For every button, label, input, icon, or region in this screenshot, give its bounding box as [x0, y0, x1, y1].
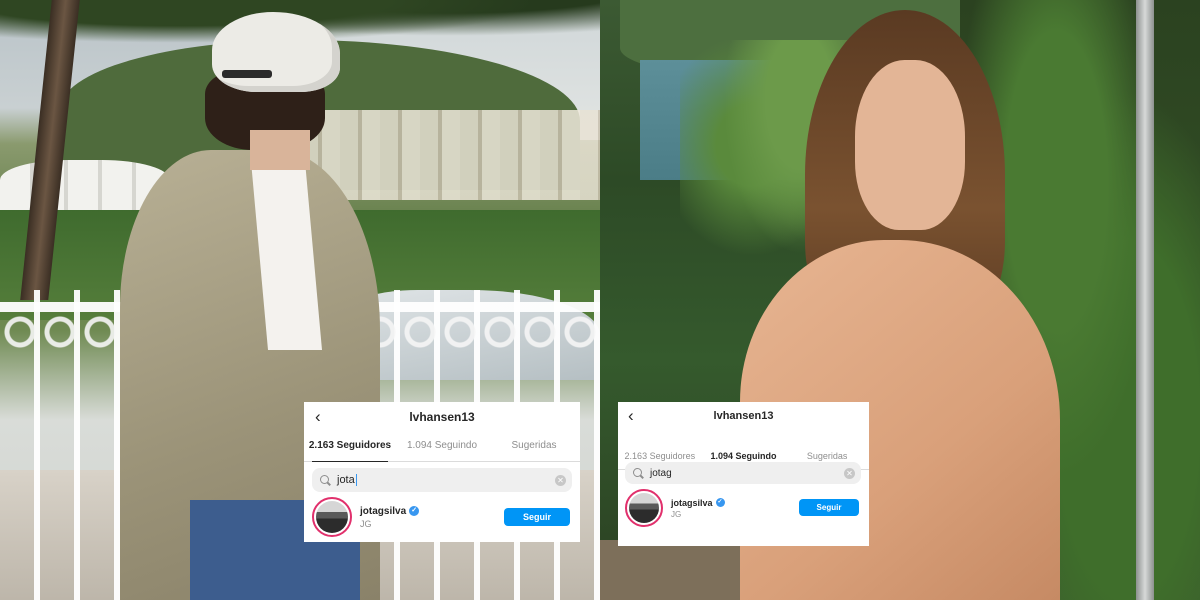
search-icon [633, 467, 644, 479]
profile-username: lvhansen13 [713, 410, 774, 422]
follow-button[interactable]: Seguir [799, 499, 859, 516]
metal-pole [1136, 0, 1154, 600]
search-input[interactable]: jotag ✕ [625, 462, 861, 484]
search-query: jotag [650, 467, 672, 479]
account-full-name: JG [360, 518, 372, 529]
cap-band [222, 70, 272, 78]
profile-header: ‹ lvhansen13 [304, 402, 580, 432]
town-buildings [300, 110, 600, 200]
account-handle[interactable]: jotagsilva ✓ [671, 498, 725, 508]
account-names: jotagsilva ✓ JG [671, 498, 725, 519]
account-handle-text: jotagsilva [360, 505, 407, 517]
followers-screenshot-card: ‹ lvhansen13 2.163 Seguidores 1.094 Segu… [304, 402, 580, 542]
account-names: jotagsilva ✓ JG [360, 505, 420, 529]
verified-badge-icon: ✓ [409, 506, 420, 516]
search-query: jota [337, 474, 355, 486]
avatar[interactable] [312, 497, 352, 537]
text-caret [355, 474, 357, 486]
flat-cap [212, 12, 340, 92]
tab-following[interactable]: 1.094 Seguindo [396, 432, 488, 461]
account-handle-text: jotagsilva [671, 497, 713, 508]
face [855, 60, 965, 230]
tab-followers[interactable]: 2.163 Seguidores [304, 432, 396, 462]
search-icon [320, 474, 331, 486]
tab-suggested[interactable]: Sugeridas [488, 432, 580, 461]
account-handle[interactable]: jotagsilva ✓ [360, 505, 420, 517]
account-full-name: JG [671, 509, 682, 519]
follow-button[interactable]: Seguir [504, 508, 570, 526]
man-neck [250, 130, 310, 170]
following-screenshot-card: ‹ lvhansen13 2.163 Seguidores 1.094 Segu… [618, 402, 869, 546]
avatar[interactable] [625, 489, 663, 527]
profile-username: lvhansen13 [409, 410, 475, 424]
profile-header: ‹ lvhansen13 [618, 402, 869, 432]
clear-icon[interactable]: ✕ [844, 467, 855, 479]
clear-icon[interactable]: ✕ [555, 474, 566, 486]
follow-tabs: 2.163 Seguidores 1.094 Seguindo Sugerida… [304, 432, 580, 462]
verified-badge-icon: ✓ [715, 498, 725, 507]
search-input[interactable]: jota ✕ [312, 468, 572, 492]
